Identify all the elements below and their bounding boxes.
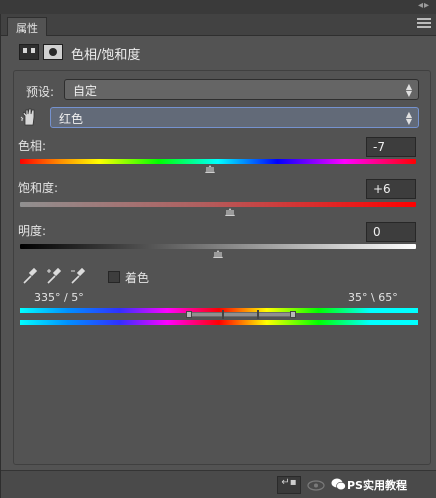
color-range-output-bar bbox=[20, 320, 418, 325]
panel-header: 色相/饱和度 bbox=[1, 37, 436, 67]
adjustment-layer-icon[interactable] bbox=[19, 44, 39, 60]
preset-label: 预设: bbox=[26, 85, 55, 99]
tab-properties[interactable]: 属性 bbox=[7, 17, 47, 36]
hue-input[interactable]: -7 bbox=[366, 137, 416, 157]
panel-bottom-bar: ↵▪ PS实用教程 bbox=[1, 470, 436, 498]
range-left-text: 335° / 5° bbox=[34, 291, 84, 304]
preset-value: 自定 bbox=[73, 84, 98, 98]
select-arrows-icon: ▲ ▼ bbox=[405, 82, 412, 98]
eyedropper-plus-icon[interactable] bbox=[46, 267, 62, 285]
eyedropper-minus-icon[interactable] bbox=[70, 267, 86, 285]
lightness-input[interactable]: 0 bbox=[366, 222, 416, 242]
select-arrows-icon: ▲ ▼ bbox=[405, 110, 412, 126]
lightness-label: 明度: bbox=[18, 224, 47, 238]
saturation-input[interactable]: +6 bbox=[366, 179, 416, 199]
mask-icon[interactable] bbox=[43, 44, 63, 60]
saturation-slider-track[interactable] bbox=[20, 202, 416, 207]
watermark-brand: PS实用教程 bbox=[347, 479, 407, 492]
range-left-handle[interactable] bbox=[222, 310, 224, 319]
lightness-slider-knob[interactable] bbox=[213, 250, 223, 258]
saturation-slider-knob[interactable] bbox=[224, 208, 235, 216]
hue-slider-knob[interactable] bbox=[205, 165, 216, 173]
clip-layer-icon[interactable]: ↵▪ bbox=[277, 476, 301, 494]
wechat-icon bbox=[331, 478, 346, 491]
range-left-falloff-handle[interactable] bbox=[186, 311, 192, 318]
colorize-checkbox[interactable] bbox=[108, 271, 120, 283]
preset-select[interactable]: 自定 ▲ ▼ bbox=[64, 79, 419, 100]
range-right-text: 35° \ 65° bbox=[348, 291, 398, 304]
range-right-falloff-handle[interactable] bbox=[290, 311, 296, 318]
hue-slider-track[interactable] bbox=[20, 159, 416, 164]
color-range-selector[interactable] bbox=[188, 312, 292, 317]
collapse-icon[interactable]: ◂▸ bbox=[418, 0, 430, 11]
properties-panel: 属性 色相/饱和度 预设: 自定 ▲▼ 红色 ▲▼ 色相: -7 饱和度: bbox=[0, 14, 436, 498]
panel-title: 色相/饱和度 bbox=[71, 48, 141, 63]
saturation-label: 饱和度: bbox=[18, 181, 59, 195]
hue-label: 色相: bbox=[18, 139, 47, 153]
channel-value: 红色 bbox=[59, 112, 84, 126]
top-strip: ◂▸ bbox=[0, 0, 436, 14]
visibility-eye-icon[interactable] bbox=[307, 480, 325, 491]
eyedropper-icon[interactable] bbox=[22, 267, 38, 285]
adjustment-content: 预设: 自定 ▲ ▼ 红色 ▲ ▼ 色相: -7 饱和度: +6 明度: 0 着… bbox=[13, 70, 431, 465]
colorize-label: 着色 bbox=[125, 271, 150, 285]
hand-adjust-icon[interactable] bbox=[20, 107, 38, 127]
panel-tab-bar: 属性 bbox=[1, 14, 436, 36]
range-right-handle[interactable] bbox=[257, 310, 259, 319]
panel-menu-icon[interactable] bbox=[417, 18, 431, 30]
channel-select[interactable]: 红色 ▲ ▼ bbox=[50, 107, 419, 128]
lightness-slider-track[interactable] bbox=[20, 244, 416, 249]
